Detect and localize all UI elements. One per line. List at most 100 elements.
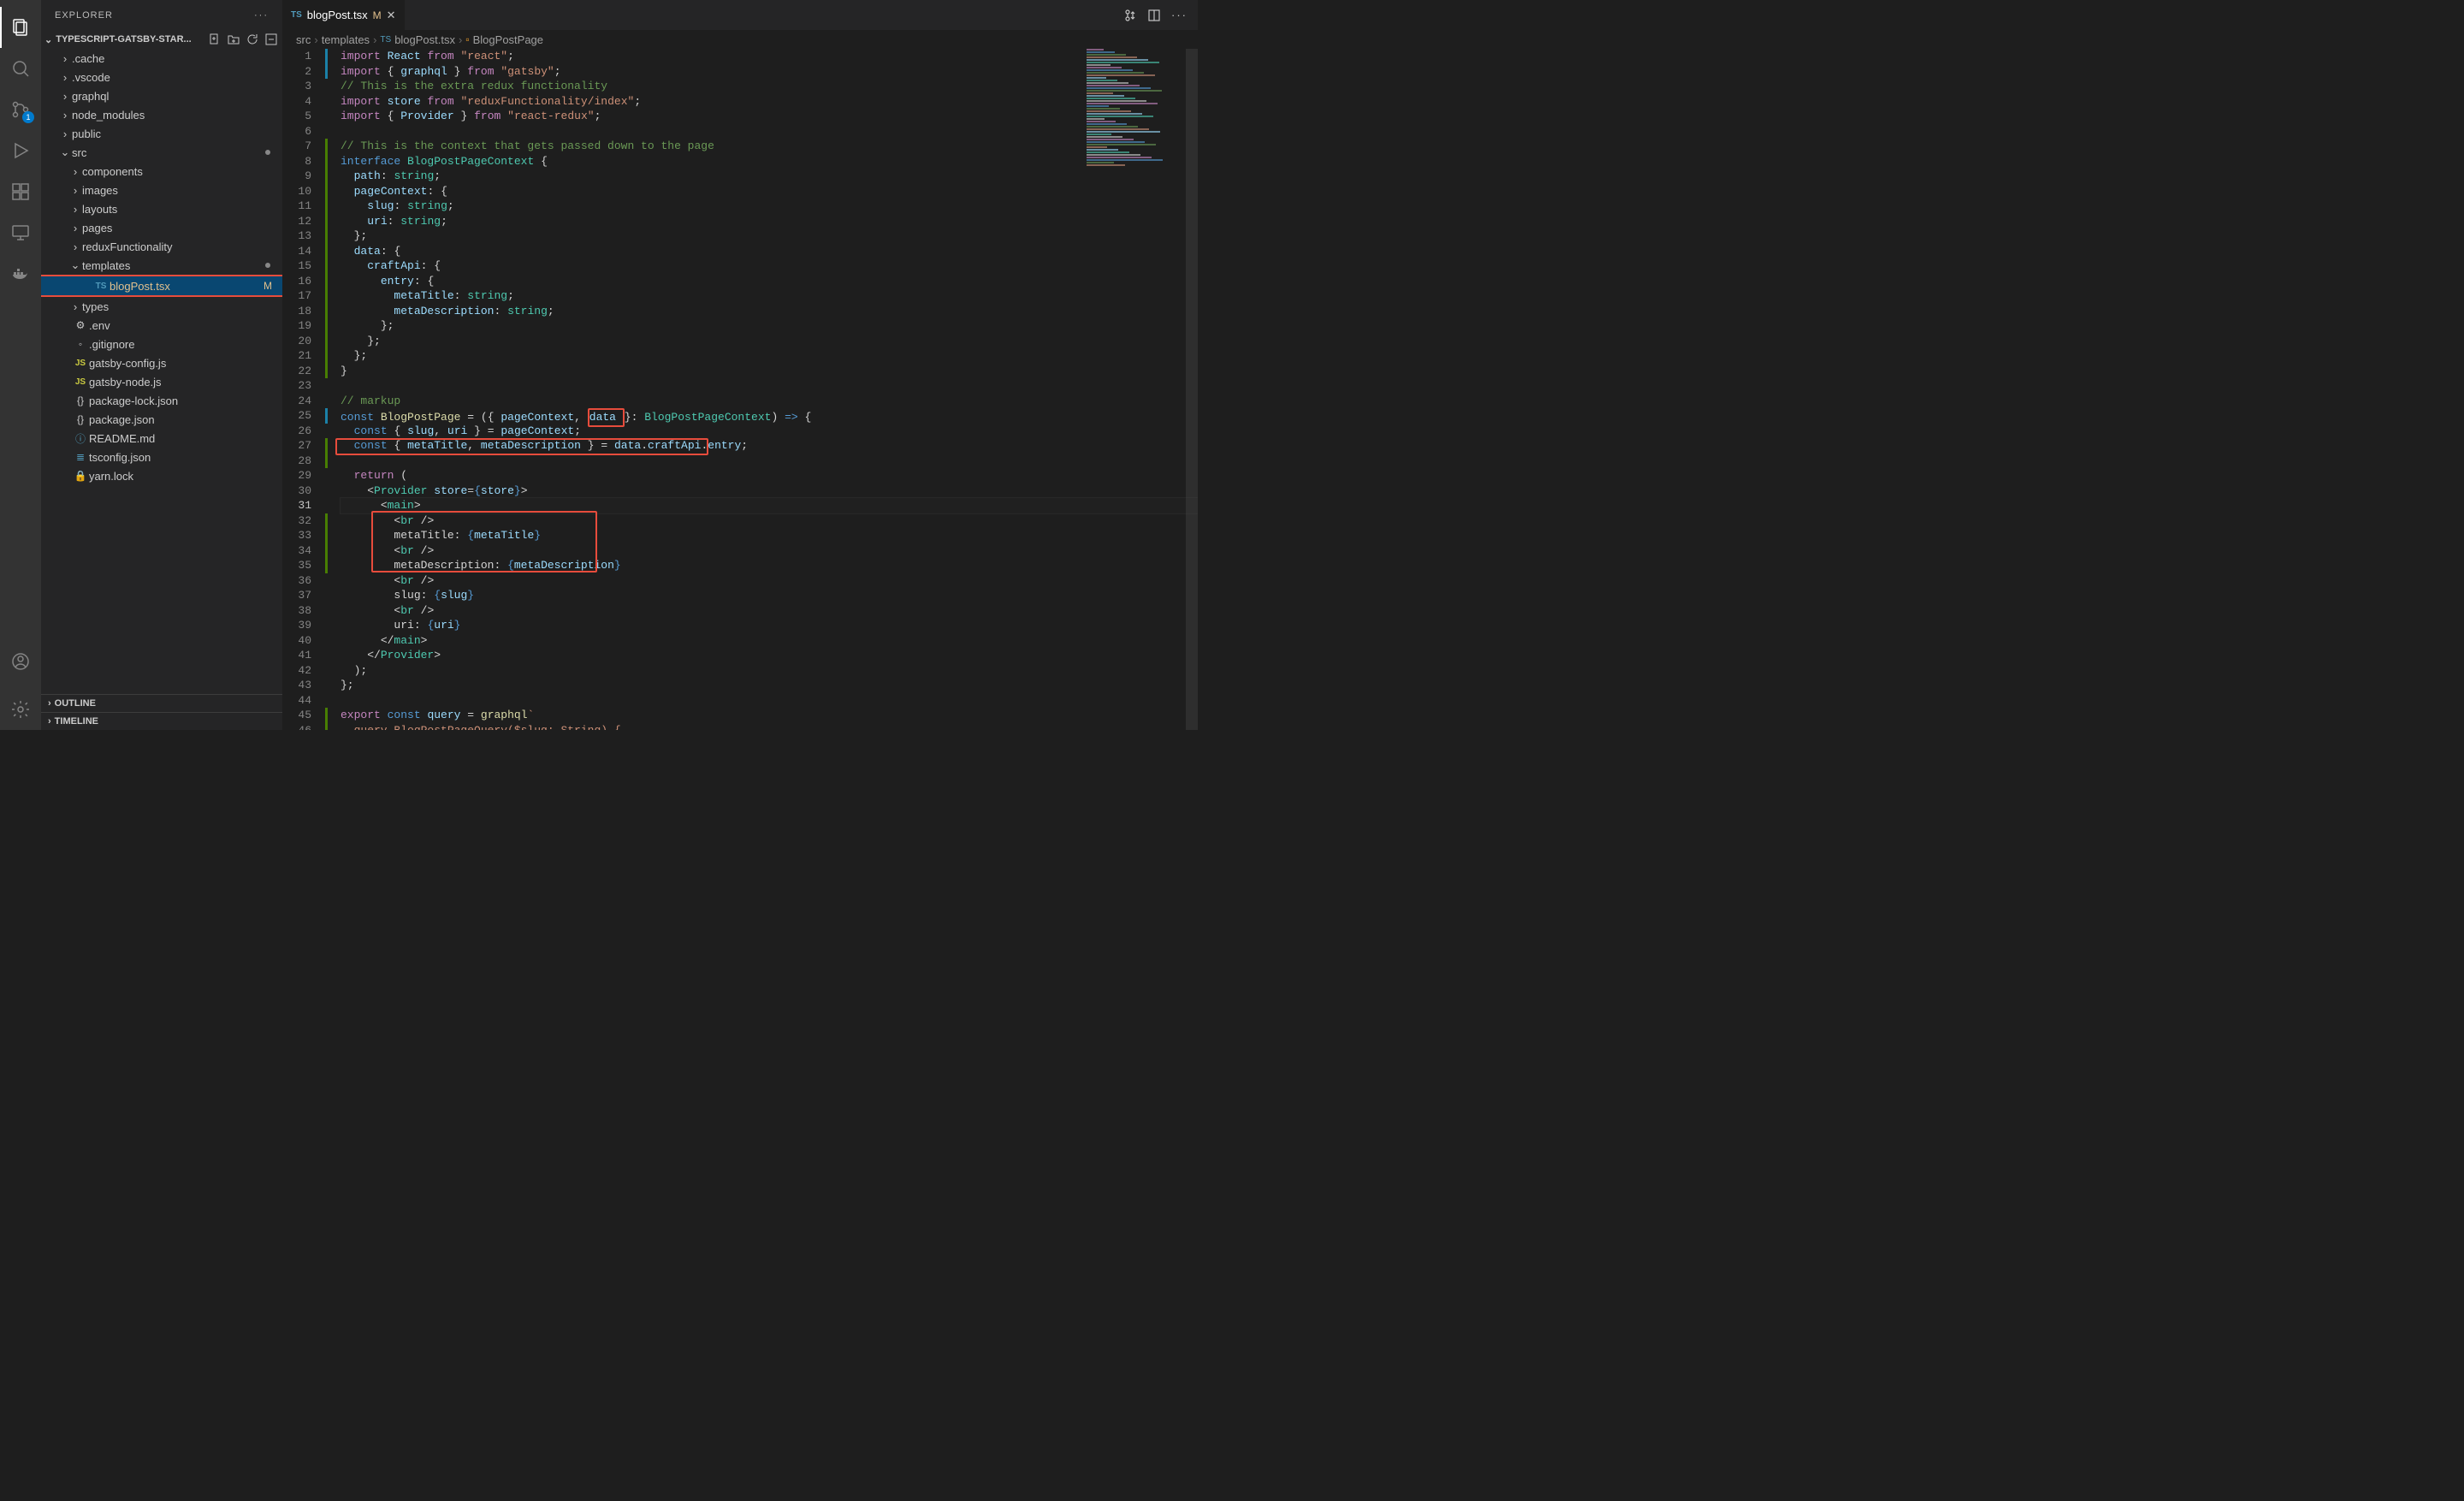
tree-file[interactable]: ◦.gitignore xyxy=(41,335,282,353)
code-line[interactable]: // This is the extra redux functionality xyxy=(341,79,1198,94)
minimap[interactable] xyxy=(1083,49,1186,237)
project-section-header[interactable]: TYPESCRIPT-GATSBY-STAR... xyxy=(41,30,282,49)
code-line[interactable]: const BlogPostPage = ({ pageContext, dat… xyxy=(341,408,1198,424)
code-line[interactable]: craftApi: { xyxy=(341,258,1198,274)
code-line[interactable]: import { graphql } from "gatsby"; xyxy=(341,64,1198,80)
activity-remote[interactable] xyxy=(0,212,41,253)
code-editor[interactable]: 1234567891011121314151617181920212223242… xyxy=(282,49,1198,730)
new-folder-icon[interactable] xyxy=(226,32,241,47)
tree-folder[interactable]: ›pages xyxy=(41,218,282,237)
code-line[interactable]: import { Provider } from "react-redux"; xyxy=(341,109,1198,124)
activity-docker[interactable] xyxy=(0,253,41,294)
tree-folder[interactable]: ›layouts xyxy=(41,199,282,218)
new-file-icon[interactable] xyxy=(207,32,222,47)
tree-file[interactable]: JSgatsby-config.js xyxy=(41,353,282,372)
sidebar-more-icon[interactable]: ··· xyxy=(254,10,269,21)
refresh-icon[interactable] xyxy=(245,32,260,47)
scroll-thumb[interactable] xyxy=(1186,49,1198,730)
code-line[interactable]: // markup xyxy=(341,394,1198,409)
tree-folder[interactable]: ›types xyxy=(41,297,282,316)
code-line[interactable]: metaTitle: string; xyxy=(341,288,1198,304)
tree-file[interactable]: ⓘREADME.md xyxy=(41,429,282,448)
code-line[interactable]: const { slug, uri } = pageContext; xyxy=(341,424,1198,439)
code-line[interactable]: metaDescription: string; xyxy=(341,304,1198,319)
code-line[interactable]: slug: {slug} xyxy=(341,588,1198,603)
code-line[interactable]: export const query = graphql` xyxy=(341,708,1198,723)
tree-folder[interactable]: ⌄src xyxy=(41,143,282,162)
code-line[interactable]: path: string; xyxy=(341,169,1198,184)
code-line[interactable]: pageContext: { xyxy=(341,184,1198,199)
code-line[interactable]: }; xyxy=(341,318,1198,334)
code-line[interactable]: ); xyxy=(341,663,1198,679)
code-line[interactable]: <Provider store={store}> xyxy=(341,484,1198,499)
code-line[interactable]: const { metaTitle, metaDescription } = d… xyxy=(341,438,1198,454)
tree-file[interactable]: {}package.json xyxy=(41,410,282,429)
code-content[interactable]: import React from "react";import { graph… xyxy=(325,49,1198,730)
activity-extensions[interactable] xyxy=(0,171,41,212)
activity-settings[interactable] xyxy=(0,689,41,730)
activity-explorer[interactable] xyxy=(0,7,41,48)
code-line[interactable]: uri: string; xyxy=(341,214,1198,229)
code-line[interactable]: }; xyxy=(341,228,1198,244)
outline-section[interactable]: OUTLINE xyxy=(41,694,282,712)
code-line[interactable]: interface BlogPostPageContext { xyxy=(341,154,1198,169)
code-line[interactable]: import store from "reduxFunctionality/in… xyxy=(341,94,1198,110)
code-line[interactable]: // This is the context that gets passed … xyxy=(341,139,1198,154)
code-line[interactable]: metaDescription: {metaDescription} xyxy=(341,558,1198,573)
breadcrumb-item[interactable]: BlogPostPage xyxy=(473,33,543,46)
tree-folder[interactable]: ›graphql xyxy=(41,86,282,105)
code-line[interactable]: }; xyxy=(341,348,1198,364)
tree-file[interactable]: ⚙.env xyxy=(41,316,282,335)
tree-file[interactable]: 🔒yarn.lock xyxy=(41,466,282,485)
activity-source-control[interactable]: 1 xyxy=(0,89,41,130)
tree-folder[interactable]: ›images xyxy=(41,181,282,199)
tree-file[interactable]: {}package-lock.json xyxy=(41,391,282,410)
code-line[interactable]: <br /> xyxy=(341,573,1198,589)
tree-folder[interactable]: ›.cache xyxy=(41,49,282,68)
code-line[interactable] xyxy=(341,454,1198,469)
code-line[interactable]: <br /> xyxy=(341,513,1198,529)
code-line[interactable]: query BlogPostPageQuery($slug: String) { xyxy=(341,723,1198,731)
breadcrumb-item[interactable]: src xyxy=(296,33,311,46)
code-line[interactable]: </main> xyxy=(341,633,1198,649)
tree-folder[interactable]: ›node_modules xyxy=(41,105,282,124)
close-icon[interactable]: ✕ xyxy=(387,9,396,22)
tree-folder[interactable]: ›public xyxy=(41,124,282,143)
code-line[interactable]: <br /> xyxy=(341,543,1198,559)
code-line[interactable]: <br /> xyxy=(341,603,1198,619)
code-line[interactable]: } xyxy=(341,364,1198,379)
breadcrumb-item[interactable]: blogPost.tsx xyxy=(394,33,455,46)
timeline-section[interactable]: TIMELINE xyxy=(41,712,282,730)
code-line[interactable] xyxy=(341,378,1198,394)
code-line[interactable]: slug: string; xyxy=(341,199,1198,214)
compare-changes-icon[interactable] xyxy=(1123,9,1137,22)
code-line[interactable]: </Provider> xyxy=(341,648,1198,663)
code-line[interactable]: }; xyxy=(341,678,1198,693)
code-line[interactable] xyxy=(341,693,1198,709)
code-line[interactable]: entry: { xyxy=(341,274,1198,289)
tab-blogpost[interactable]: TS blogPost.tsx M ✕ xyxy=(282,0,406,30)
code-line[interactable]: return ( xyxy=(341,468,1198,484)
code-line[interactable]: data: { xyxy=(341,244,1198,259)
tree-file[interactable]: ≣tsconfig.json xyxy=(41,448,282,466)
breadcrumb-item[interactable]: templates xyxy=(322,33,370,46)
vertical-scrollbar[interactable] xyxy=(1186,49,1198,730)
tree-folder[interactable]: ›reduxFunctionality xyxy=(41,237,282,256)
collapse-icon[interactable] xyxy=(264,32,279,47)
tree-file[interactable]: TSblogPost.tsxM xyxy=(41,276,282,295)
activity-accounts[interactable] xyxy=(0,641,41,682)
tree-folder[interactable]: ⌄templates xyxy=(41,256,282,275)
breadcrumbs[interactable]: src › templates › TS blogPost.tsx › ▫ Bl… xyxy=(282,30,1198,49)
code-line[interactable]: metaTitle: {metaTitle} xyxy=(341,528,1198,543)
activity-search[interactable] xyxy=(0,48,41,89)
code-line[interactable]: }; xyxy=(341,334,1198,349)
code-line[interactable]: import React from "react"; xyxy=(341,49,1198,64)
more-actions-icon[interactable]: ··· xyxy=(1171,9,1188,22)
tree-file[interactable]: JSgatsby-node.js xyxy=(41,372,282,391)
activity-debug[interactable] xyxy=(0,130,41,171)
tree-folder[interactable]: ›components xyxy=(41,162,282,181)
code-line[interactable]: uri: {uri} xyxy=(341,618,1198,633)
code-line[interactable] xyxy=(341,124,1198,139)
split-editor-icon[interactable] xyxy=(1147,9,1161,22)
code-line[interactable]: <main> xyxy=(341,498,1198,513)
